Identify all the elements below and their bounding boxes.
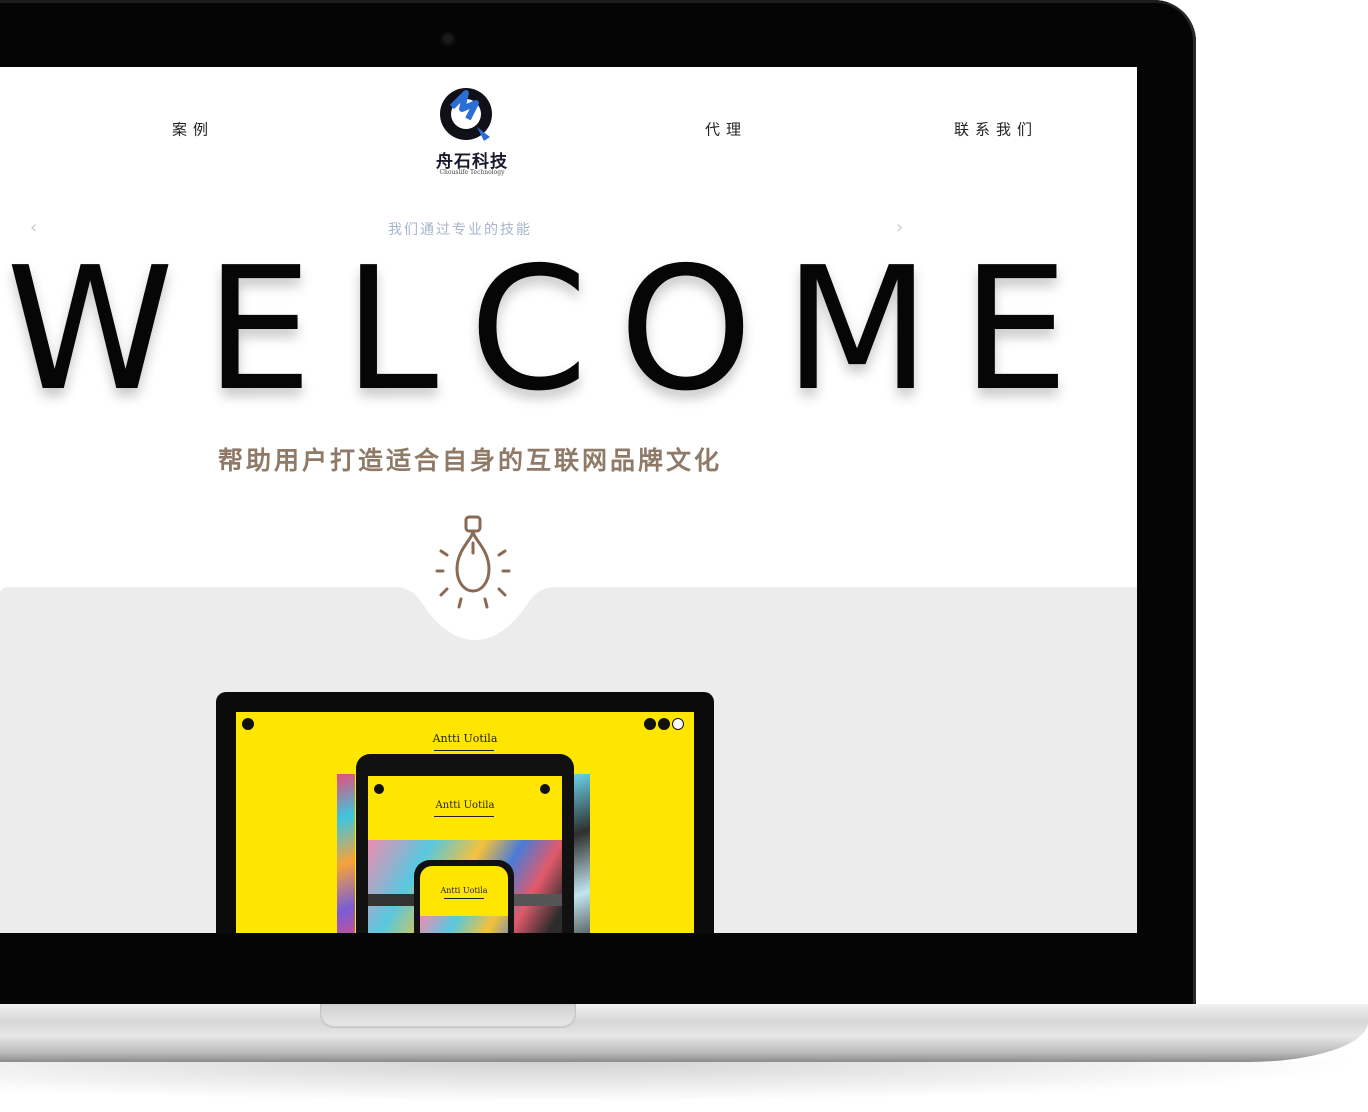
tablet-caption-bar xyxy=(514,894,562,906)
tablet-title-underline xyxy=(434,816,494,817)
hero-headline: WELCOME xyxy=(6,231,1100,429)
tablet-logo-icon xyxy=(374,784,384,794)
tablet-caption-bar xyxy=(368,894,416,906)
laptop-base xyxy=(0,1004,1368,1062)
phone-title-underline xyxy=(444,898,484,899)
logo-mark-icon xyxy=(440,88,492,141)
showcase-artwork-right xyxy=(574,774,590,933)
showcase-phone-screen: Antti Uotila xyxy=(420,866,508,933)
showcase-artwork-left xyxy=(337,774,355,933)
showcase-expand-icon xyxy=(672,718,684,730)
showcase-tablet: Antti Uotila Antti Uotila xyxy=(356,754,574,933)
showcase-title-underline xyxy=(434,750,494,751)
laptop-opening-notch xyxy=(320,1004,576,1028)
nav-item-contact[interactable]: 联系我们 xyxy=(954,119,1038,140)
showcase-laptop-screen: Antti Uotila Antti Uotila Antti Uotila xyxy=(236,712,694,933)
showcase-share-icon xyxy=(658,718,670,730)
showcase-menu-icon xyxy=(644,718,656,730)
laptop-screen: 案例 代理 联系我们 舟石科技 Chouslife Technology ‹ 我… xyxy=(0,67,1137,933)
laptop-shadow xyxy=(0,1062,1368,1102)
showcase-phone: Antti Uotila xyxy=(414,860,514,933)
showcase-laptop: Antti Uotila Antti Uotila Antti Uotila xyxy=(216,692,714,933)
logo-text-en: Chouslife Technology xyxy=(439,169,505,176)
showcase-logo-icon xyxy=(242,718,254,730)
hero-tagline: 帮助用户打造适合自身的互联网品牌文化 xyxy=(218,446,723,475)
webcam xyxy=(440,31,456,47)
showcase-phone-title: Antti Uotila xyxy=(440,886,488,895)
tablet-menu-icon xyxy=(540,784,550,794)
showcase-laptop-title: Antti Uotila xyxy=(432,732,498,745)
site-logo[interactable]: 舟石科技 Chouslife Technology xyxy=(432,85,512,180)
nav-item-agency[interactable]: 代理 xyxy=(705,119,747,140)
showcase-tablet-title: Antti Uotila xyxy=(435,800,495,811)
phone-artwork xyxy=(420,916,508,933)
bulb-icon xyxy=(435,515,511,609)
nav-item-cases[interactable]: 案例 xyxy=(172,119,214,140)
